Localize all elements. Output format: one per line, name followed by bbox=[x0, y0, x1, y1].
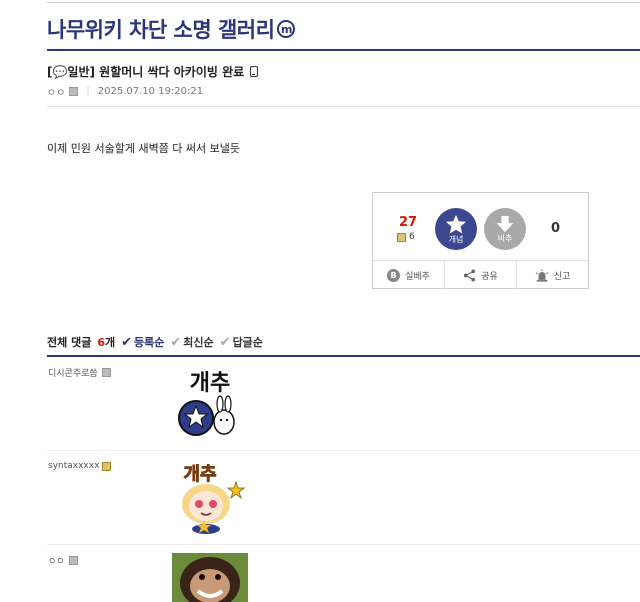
bestcheck-icon: B bbox=[387, 268, 401, 282]
minor-gallery-icon: m bbox=[277, 20, 296, 38]
fixnick-icon bbox=[102, 461, 112, 471]
sticker-image: 개추 bbox=[178, 371, 235, 436]
sticker-text: 개추 bbox=[183, 464, 216, 485]
sort-latest-label: 최신순 bbox=[183, 336, 214, 349]
post-author[interactable]: ㅇㅇ bbox=[47, 84, 65, 99]
post-body: 이제 민원 서술할게 새벽쯤 다 써서 보낼듯 bbox=[47, 142, 241, 155]
comment-author-name: 디시콘주로씀 bbox=[48, 369, 98, 379]
fixed-nick-upvote-count: 6 bbox=[397, 232, 415, 242]
comment-author[interactable]: syntaxxxxx bbox=[48, 461, 114, 471]
mobile-icon bbox=[250, 66, 259, 77]
report-label: 신고 bbox=[553, 271, 571, 282]
fix-count-value: 6 bbox=[409, 232, 415, 242]
top-divider bbox=[47, 2, 640, 3]
comment-author-name: syntaxxxxx bbox=[48, 461, 100, 471]
comment-author-name: ㅇㅇ bbox=[48, 557, 65, 567]
recommend-box: 27 6 개념 비추 0 B 실베추 공유 신고 bbox=[372, 192, 589, 289]
downvote-label: 비추 bbox=[497, 233, 513, 243]
arrow-down-icon bbox=[496, 215, 514, 232]
comment-divider bbox=[47, 355, 640, 357]
post-date: 2025.07.10 19:20:21 bbox=[97, 86, 204, 97]
comment-total-label: 전체 댓글 bbox=[47, 336, 92, 349]
comment-count-wrap: 6개 bbox=[97, 334, 115, 350]
sort-registered[interactable]: ✔ 등록순 bbox=[121, 334, 164, 350]
post-title: [💬일반] 원할머니 싹다 아카이빙 완료 bbox=[47, 63, 259, 80]
gonick-icon bbox=[69, 87, 79, 96]
comment-separator bbox=[47, 544, 640, 545]
gallery-title[interactable]: 나무위키 차단 소명 갤러리 m bbox=[47, 14, 296, 44]
check-icon: ✔ bbox=[219, 334, 231, 350]
sort-latest[interactable]: ✔ 최신순 bbox=[170, 334, 213, 350]
share-icon bbox=[464, 268, 476, 282]
share-button[interactable]: 공유 bbox=[445, 261, 517, 289]
siren-icon bbox=[535, 268, 549, 282]
fixnick-icon bbox=[397, 232, 406, 242]
meta-divider bbox=[47, 106, 640, 107]
sticker-image bbox=[172, 553, 248, 602]
sort-registered-label: 등록순 bbox=[134, 336, 165, 349]
bestcheck-label: 실베추 bbox=[405, 271, 430, 282]
comment-header: 전체 댓글 6개 ✔ 등록순 ✔ 최신순 ✔ 답글순 bbox=[47, 334, 263, 350]
comment-count-suffix: 개 bbox=[104, 336, 116, 349]
downvote-button[interactable]: 비추 bbox=[484, 208, 526, 250]
upvote-button[interactable]: 개념 bbox=[435, 208, 477, 250]
star-icon bbox=[446, 214, 466, 234]
report-button[interactable]: 신고 bbox=[517, 261, 588, 289]
comment-separator bbox=[47, 450, 640, 451]
post-meta: ㅇㅇ | 2025.07.10 19:20:21 bbox=[47, 84, 203, 99]
upvote-label: 개념 bbox=[448, 234, 464, 244]
check-icon: ✔ bbox=[170, 334, 182, 350]
bestcheck-button[interactable]: B 실베추 bbox=[373, 261, 445, 289]
meta-separator: | bbox=[86, 86, 90, 97]
sort-replies-label: 답글순 bbox=[232, 336, 263, 349]
vote-actions: B 실베추 공유 신고 bbox=[373, 260, 588, 289]
sticker-image: 개추 bbox=[182, 464, 246, 534]
share-label: 공유 bbox=[481, 271, 498, 282]
gallery-title-text: 나무위키 차단 소명 갤러리 bbox=[47, 18, 275, 42]
comment-author[interactable]: 디시콘주로씀 bbox=[48, 366, 111, 379]
sticker-text: 개추 bbox=[190, 371, 230, 396]
title-divider bbox=[47, 49, 640, 51]
gonick-icon bbox=[101, 368, 111, 377]
sort-replies[interactable]: ✔ 답글순 bbox=[220, 334, 263, 350]
comment-count: 6 bbox=[97, 336, 105, 349]
post-title-text: [💬일반] 원할머니 싹다 아카이빙 완료 bbox=[47, 65, 245, 79]
check-icon: ✔ bbox=[121, 334, 132, 350]
downvote-count: 0 bbox=[551, 221, 561, 236]
comment-author[interactable]: ㅇㅇ bbox=[48, 554, 78, 567]
upvote-count: 27 bbox=[399, 215, 418, 230]
gonick-icon bbox=[68, 556, 78, 565]
